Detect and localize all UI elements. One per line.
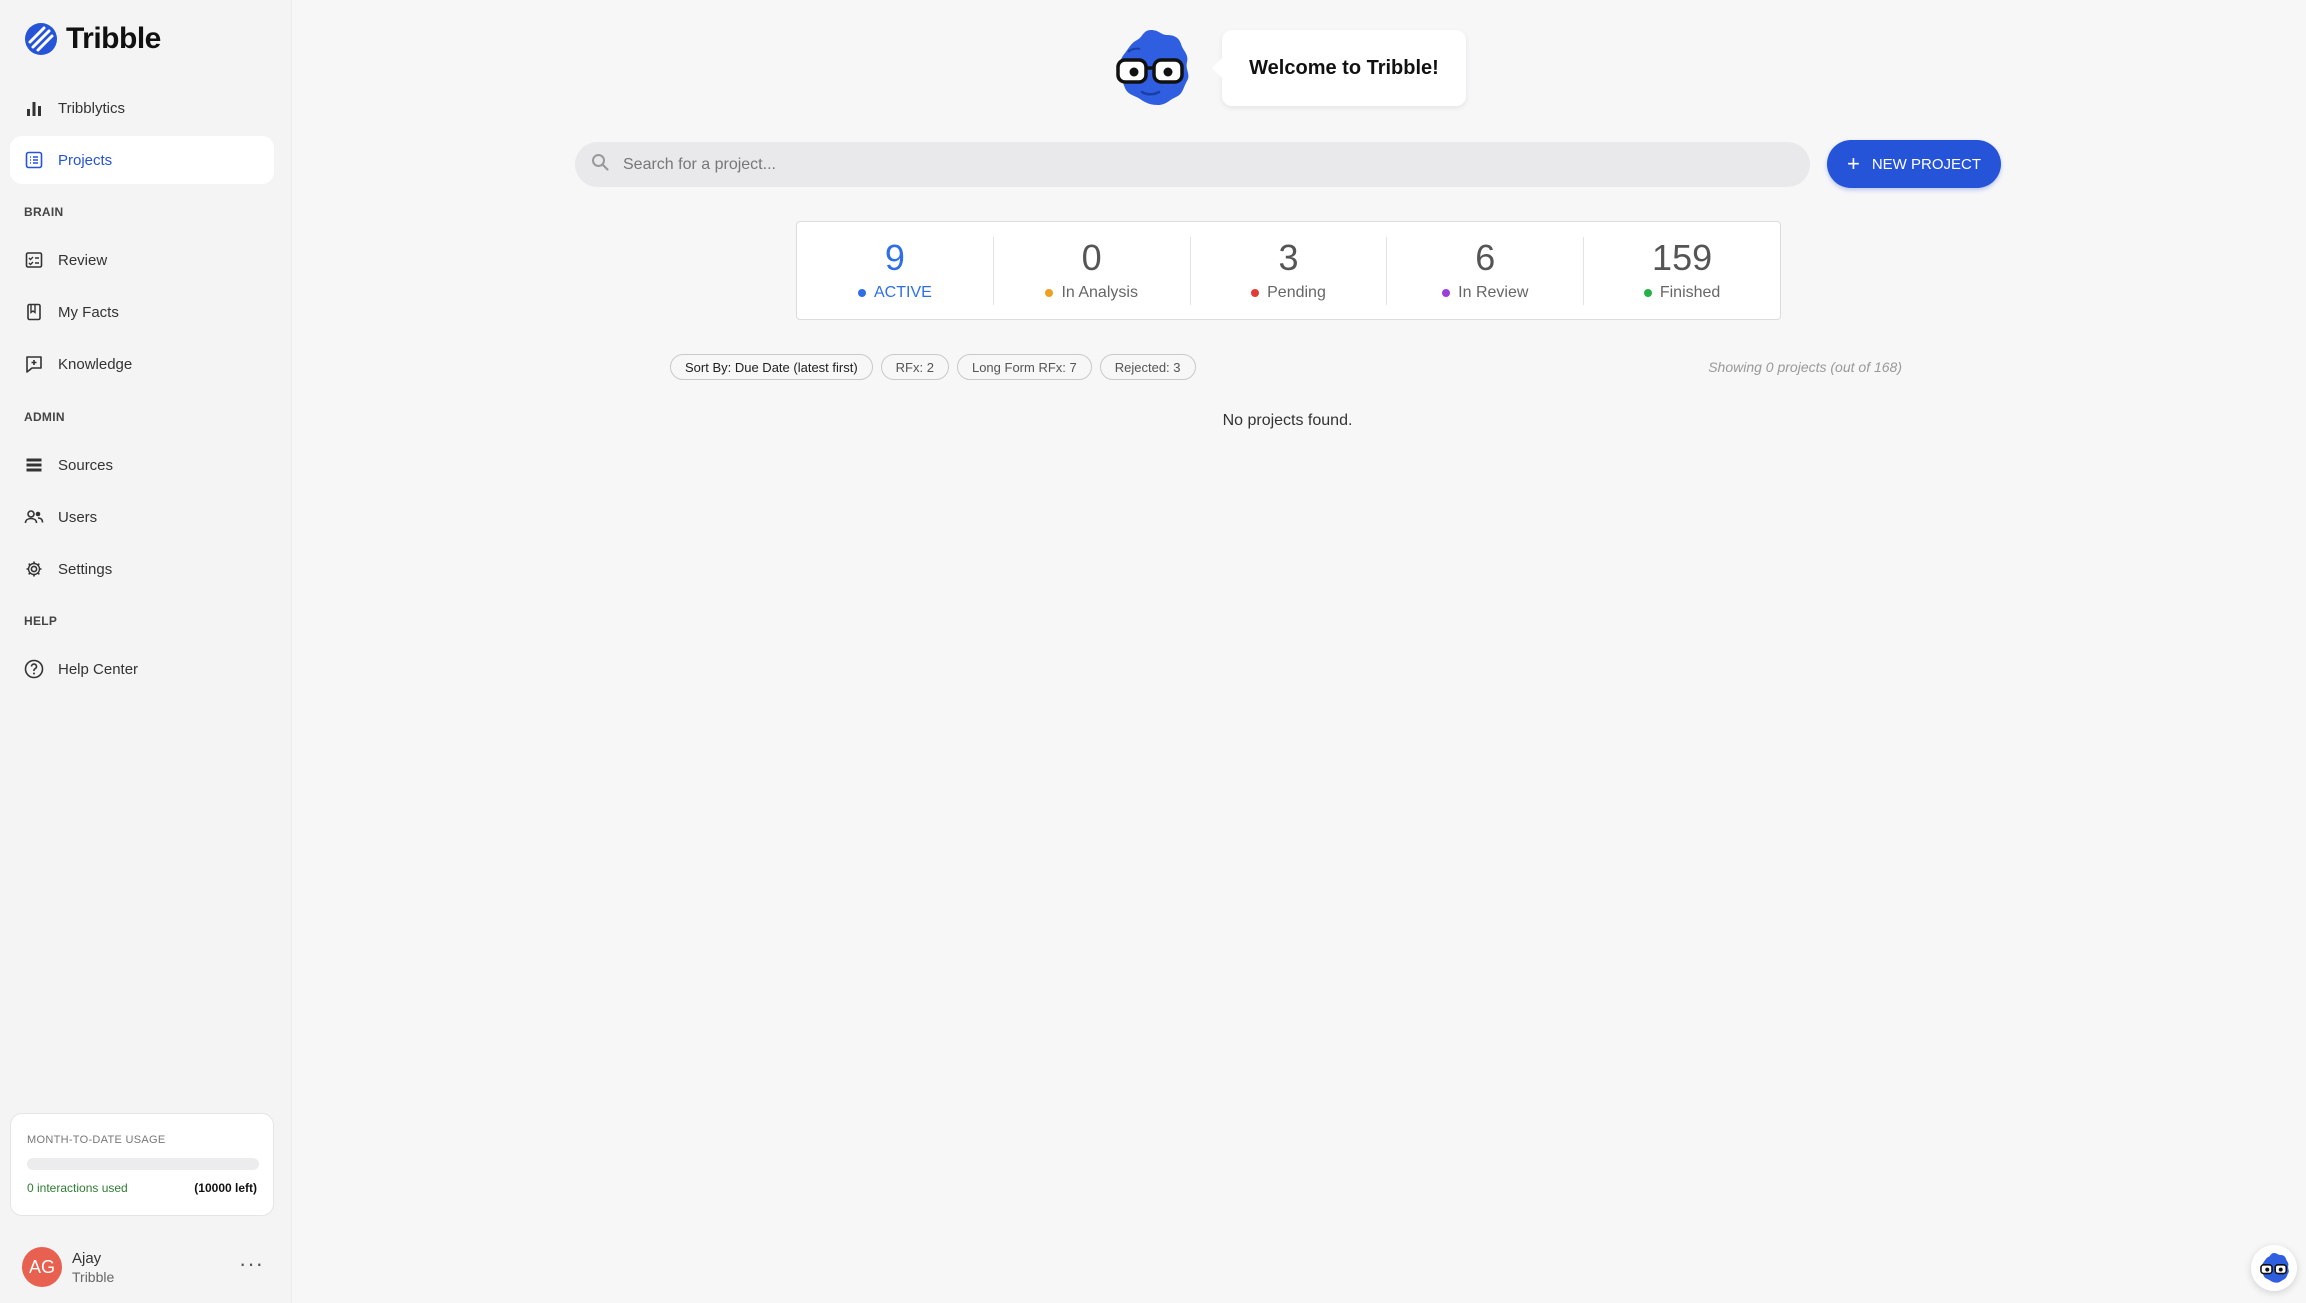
search-icon: [591, 153, 609, 176]
mascot-icon: [1108, 26, 1194, 115]
sidebar-item-sources[interactable]: Sources: [10, 441, 274, 489]
sidebar-item-label: Projects: [58, 151, 113, 169]
search-input[interactable]: [623, 155, 1723, 174]
usage-card: MONTH-TO-DATE USAGE 0 interactions used …: [10, 1113, 274, 1216]
new-project-label: NEW PROJECT: [1871, 155, 1982, 173]
sidebar-item-label: Review: [58, 251, 108, 269]
sidebar-item-label: Help Center: [58, 660, 139, 678]
users-icon: [24, 507, 44, 527]
sidebar-item-label: My Facts: [58, 303, 119, 321]
stat-in-analysis[interactable]: 0 In Analysis: [994, 236, 1191, 305]
stat-pending[interactable]: 3 Pending: [1191, 236, 1388, 305]
stat-finished[interactable]: 159 Finished: [1584, 237, 1780, 305]
status-dot: [1251, 288, 1260, 297]
avatar: AG: [22, 1247, 62, 1287]
sidebar-item-users[interactable]: Users: [10, 493, 274, 541]
status-dot: [858, 288, 866, 297]
sidebar-item-label: Sources: [58, 456, 114, 474]
sidebar-item-label: Users: [58, 508, 98, 526]
stat-value: 3: [1278, 236, 1299, 278]
filter-chips: Sort By: Due Date (latest first) RFx: 2 …: [670, 354, 1204, 380]
stat-label: Finished: [1659, 283, 1721, 301]
user-info: Ajay Tribble: [72, 1250, 114, 1285]
stat-value: 159: [1652, 236, 1713, 278]
welcome-bubble: Welcome to Tribble!: [1212, 30, 1466, 106]
stat-active[interactable]: 9 ACTIVE: [797, 236, 994, 305]
stack-icon: [24, 455, 44, 475]
filter-chip-rejected[interactable]: Rejected: 3: [1099, 354, 1196, 380]
sidebar-item-knowledge[interactable]: Knowledge: [10, 340, 274, 388]
section-label-admin: ADMIN: [24, 410, 65, 424]
plus-icon: +: [1846, 151, 1860, 176]
plus-square-icon: [24, 354, 44, 374]
status-dot: [1442, 288, 1451, 297]
project-stats: 9 ACTIVE 0 In Analysis 3 Pending 6 In Re…: [796, 221, 1781, 320]
assistant-chat-button[interactable]: [2251, 1245, 2297, 1291]
stat-label: Pending: [1267, 283, 1326, 301]
app-name: Tribble: [66, 22, 161, 55]
section-label-brain: BRAIN: [24, 205, 64, 219]
usage-progress-bar: [27, 1158, 259, 1170]
results-count: Showing 0 projects (out of 168): [1708, 359, 1902, 375]
stat-label: In Analysis: [1061, 283, 1138, 301]
bar-chart-icon: [24, 98, 44, 118]
sidebar-item-label: Knowledge: [58, 355, 133, 373]
usage-left-text: (10000 left): [194, 1181, 257, 1195]
list-icon: [24, 150, 44, 170]
stat-label-row: In Analysis: [1045, 283, 1138, 302]
sidebar: Tribble Tribblytics Projects BRAIN Revie…: [0, 0, 292, 1303]
stat-label-row: ACTIVE: [858, 284, 932, 302]
stat-value: 6: [1475, 236, 1496, 278]
gear-icon: [24, 559, 44, 579]
logo[interactable]: Tribble: [24, 22, 161, 56]
status-dot: [1643, 288, 1652, 297]
stat-value: 0: [1081, 236, 1102, 278]
sidebar-item-my-facts[interactable]: My Facts: [10, 288, 274, 336]
mascot-chat-icon: [2260, 1252, 2289, 1283]
stat-value: 9: [884, 236, 905, 278]
stat-label: In Review: [1458, 283, 1529, 301]
search-bar[interactable]: [575, 142, 1810, 187]
new-project-button[interactable]: + NEW PROJECT: [1827, 140, 2001, 188]
user-name: Ajay: [72, 1249, 102, 1267]
section-label-help: HELP: [24, 614, 58, 628]
filter-chip-rfx[interactable]: RFx: 2: [880, 354, 949, 380]
checklist-icon: [24, 250, 44, 270]
filter-chip-long-form-rfx[interactable]: Long Form RFx: 7: [956, 354, 1092, 380]
stat-label-row: Finished: [1643, 283, 1721, 302]
user-menu[interactable]: AG Ajay Tribble ···: [22, 1245, 272, 1289]
stat-label-row: Pending: [1251, 284, 1326, 302]
sidebar-item-help-center[interactable]: Help Center: [10, 645, 274, 693]
sidebar-item-label: Settings: [58, 560, 113, 578]
sort-chip[interactable]: Sort By: Due Date (latest first): [670, 354, 873, 380]
sidebar-item-review[interactable]: Review: [10, 236, 274, 284]
usage-title: MONTH-TO-DATE USAGE: [27, 1134, 166, 1146]
stat-label-row: In Review: [1442, 284, 1528, 302]
book-icon: [24, 302, 44, 322]
user-org: Tribble: [72, 1268, 115, 1285]
sidebar-item-tribblytics[interactable]: Tribblytics: [10, 84, 274, 132]
stat-in-review[interactable]: 6 In Review: [1387, 236, 1585, 305]
sidebar-item-settings[interactable]: Settings: [10, 545, 274, 593]
sidebar-item-projects[interactable]: Projects: [10, 136, 274, 184]
more-options-icon[interactable]: ···: [239, 1251, 264, 1277]
tribble-logo-icon: [25, 23, 57, 55]
sidebar-item-label: Tribblytics: [58, 99, 125, 117]
empty-state-message: No projects found.: [1222, 412, 1353, 429]
usage-used-text: 0 interactions used: [27, 1181, 128, 1195]
stat-label: ACTIVE: [874, 283, 932, 301]
help-circle-icon: [24, 659, 44, 679]
status-dot: [1045, 288, 1054, 297]
